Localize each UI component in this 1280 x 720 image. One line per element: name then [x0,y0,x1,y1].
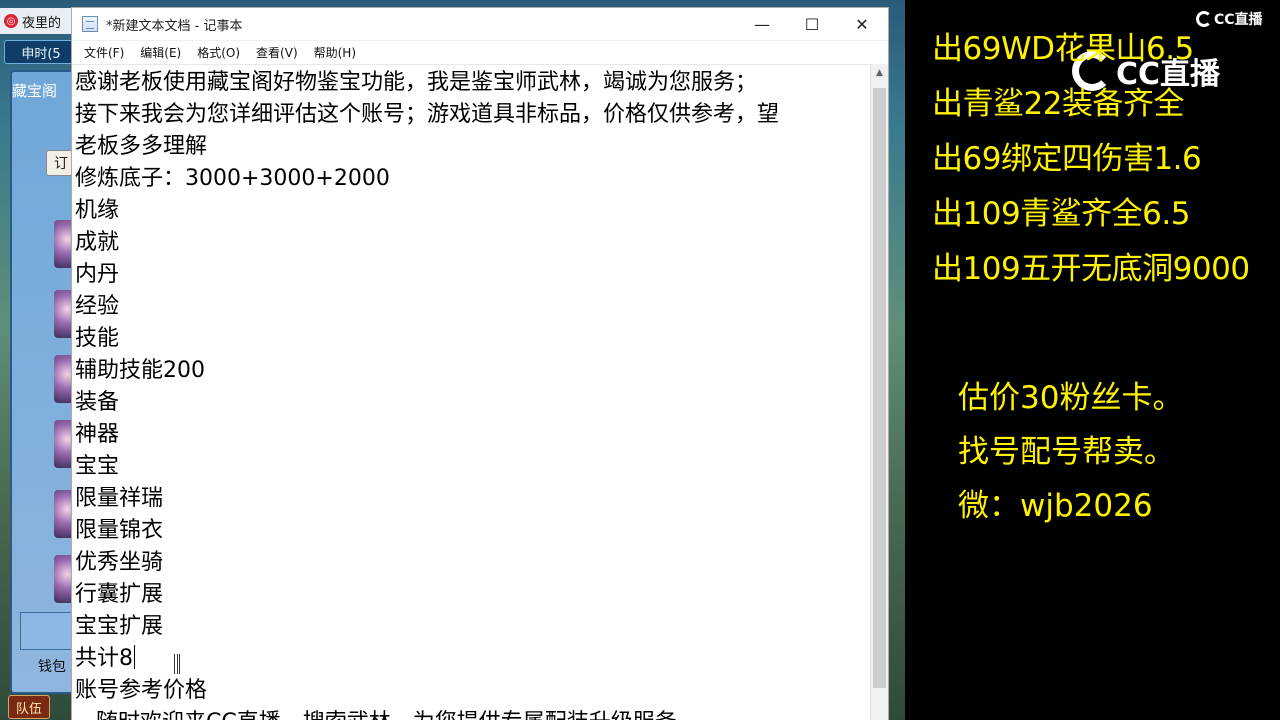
notepad-text-content: 感谢老板使用藏宝阁好物鉴宝功能，我是鉴宝师武林，竭诚为您服务； 接下来我会为您详… [72,65,871,720]
sale-item: 出青鲨22装备齐全 [932,86,1184,122]
game-panel-title: 藏宝阁 [12,82,58,100]
menu-file[interactable]: 文件(F) [76,41,132,63]
stream-notes: 估价30粉丝卡。 找号配号帮卖。 微：wjb2026 [958,371,1258,533]
game-wallet-label: 钱包 [38,659,66,675]
game-titlebar[interactable]: ◎ 夜里的 [0,8,80,34]
ibeam-cursor-icon [174,654,180,674]
text-line: 行囊扩展 [75,582,164,607]
text-line: 神器 [75,422,120,447]
note-line: 微：wjb2026 [958,488,1153,524]
note-line: 估价30粉丝卡。 [958,380,1184,416]
scroll-up-arrow-icon[interactable]: ▲ [871,64,888,81]
game-time-label: 申时(5 [4,40,78,64]
text-line: 宝宝扩展 [75,614,164,639]
text-line: 限量锦衣 [75,518,164,543]
text-line: 装备 [75,390,120,415]
text-caret [134,645,135,669]
sale-item: 出69WD花果山6.5 [932,31,1194,67]
text-line: 宝宝 [75,454,120,479]
menu-format[interactable]: 格式(O) [189,41,248,63]
notepad-icon [82,16,98,32]
game-panel-footer [20,612,78,650]
text-line: 修炼底子：3000+3000+2000 [75,166,390,191]
text-line: 接下来我会为您详细评估这个账号；游戏道具非标品，价格仅供参考，望 [75,102,780,127]
menu-help[interactable]: 帮助(H) [306,41,364,63]
minimize-button[interactable]: — [738,8,786,40]
maximize-button[interactable]: ☐ [788,8,836,40]
sale-item: 出109五开无底洞9000 [932,251,1250,287]
text-line: 经验 [75,294,120,319]
text-line: 内丹 [75,262,120,287]
vertical-scrollbar[interactable]: ▲ [870,64,888,720]
text-line-with-caret: 共计8 [75,643,871,675]
game-app-icon: ◎ [4,14,18,28]
sale-item: 出109青鲨齐全6.5 [932,196,1190,232]
text-line: 老板多多理解 [75,134,208,159]
notepad-menubar: 文件(F) 编辑(E) 格式(O) 查看(V) 帮助(H) [72,41,888,63]
game-team-button[interactable]: 队伍 [8,695,50,719]
text-line: 感谢老板使用藏宝阁好物鉴宝功能，我是鉴宝师武林，竭诚为您服务； [75,70,758,95]
menu-view[interactable]: 查看(V) [248,41,306,63]
stream-sale-list: 出69WD花果山6.5 出青鲨22装备齐全 出69绑定四伤害1.6 出109青鲨… [932,22,1280,297]
notepad-text-area[interactable]: 感谢老板使用藏宝阁好物鉴宝功能，我是鉴宝师武林，竭诚为您服务； 接下来我会为您详… [72,64,871,720]
text-line: 限量祥瑞 [75,486,164,511]
text-line: 机缘 [75,198,120,223]
text-line: 共计8 [75,646,133,671]
close-button[interactable]: ✕ [838,8,886,40]
notepad-window: *新建文本文档 - 记事本 — ☐ ✕ 文件(F) 编辑(E) 格式(O) 查看… [72,8,888,720]
text-line: 技能 [75,326,120,351]
game-title: 夜里的 [22,15,62,31]
text-line: 账号参考价格 [75,678,208,703]
text-line: 辅助技能200 [75,358,205,383]
note-line: 找号配号帮卖。 [958,434,1175,470]
notepad-titlebar[interactable]: *新建文本文档 - 记事本 — ☐ ✕ [72,8,888,41]
text-line: 随时欢迎来CC直播，搜索武林，为您提供专属配装升级服务 [75,707,871,720]
scrollbar-thumb[interactable] [873,88,886,688]
menu-edit[interactable]: 编辑(E) [132,41,189,63]
sale-item: 出69绑定四伤害1.6 [932,141,1202,177]
text-line: 成就 [75,230,120,255]
notepad-title: *新建文本文档 - 记事本 [106,18,243,34]
text-line: 优秀坐骑 [75,550,164,575]
